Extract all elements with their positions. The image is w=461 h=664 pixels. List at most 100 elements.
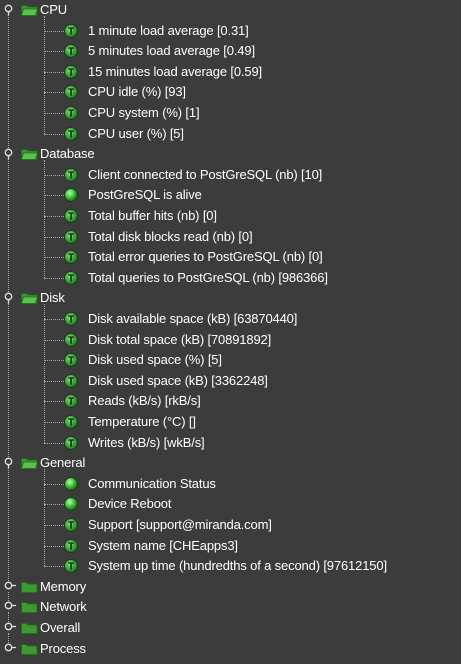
tree-connector-line: [44, 257, 64, 259]
threshold-t-icon: T: [64, 23, 78, 38]
tree-connector-line: [8, 591, 9, 602]
tree-connector-line: [44, 360, 64, 362]
tree-item-label: Reads (kB/s) [rkB/s]: [88, 393, 201, 409]
svg-text:T: T: [68, 438, 74, 449]
svg-text:T: T: [68, 315, 74, 326]
tree-item-label: Disk available space (kB) [63870440]: [88, 311, 298, 326]
status-green-light-icon: [64, 476, 78, 491]
collapsed-toggle-icon[interactable]: [4, 622, 16, 634]
svg-text:T: T: [68, 562, 74, 573]
status-green-light-icon: [64, 188, 78, 203]
tree-connector-line: [44, 545, 64, 547]
tree-item-label: Total disk blocks read (nb) [0]: [88, 228, 253, 244]
tree-connector-line: [44, 401, 64, 403]
tree-connector-line: [44, 216, 64, 217]
threshold-t-icon: T: [64, 229, 78, 244]
device-tree-panel: CPU T 1 minute load average [0.31] T 5 minut…: [0, 0, 461, 664]
tree-connector-line: [44, 236, 64, 238]
tree-connector-line: [44, 51, 64, 53]
collapsed-toggle-icon[interactable]: [4, 581, 16, 593]
threshold-t-icon: T: [64, 518, 78, 532]
threshold-t-icon: T: [64, 64, 78, 79]
closed-folder-icon: [21, 623, 38, 634]
collapsed-toggle-icon[interactable]: [4, 601, 16, 613]
threshold-t-icon: T: [64, 415, 78, 429]
tree-item-label: 5 minutes load average [0.49]: [88, 43, 255, 59]
threshold-t-icon: T: [64, 106, 78, 120]
tree-connector-line: [44, 71, 64, 73]
open-folder-icon: [21, 149, 38, 161]
svg-text:T: T: [68, 109, 74, 120]
tree-connector-line: [44, 504, 64, 506]
tree-connector-line: [44, 277, 64, 279]
svg-text:T: T: [68, 67, 74, 78]
closed-folder-icon: [21, 643, 38, 655]
threshold-t-icon: T: [64, 44, 78, 59]
svg-text:T: T: [68, 253, 74, 264]
collapsed-toggle-icon[interactable]: [4, 643, 16, 655]
tree-item-label: Device Reboot: [88, 496, 172, 512]
tree-item-label: Total error queries to PostGreSQL (nb) […: [88, 249, 323, 265]
tree-item-label: System name [CHEapps3]: [88, 537, 238, 553]
threshold-t-icon: T: [64, 394, 78, 409]
tree-item-label: Total buffer hits (nb) [0]: [88, 208, 217, 223]
tree-item-label: 1 minute load average [0.31]: [88, 22, 249, 38]
threshold-t-icon: T: [64, 373, 78, 388]
tree-connector-line: [44, 113, 64, 114]
threshold-t-icon: T: [64, 126, 78, 141]
tree-item-label: PostGreSQL is alive: [88, 187, 202, 203]
expanded-toggle-icon[interactable]: [4, 4, 16, 16]
tree-connector-line: [8, 468, 9, 581]
tree-item-label: Client connected to PostGreSQL (nb) [10]: [88, 166, 323, 182]
tree-item-label: Total queries to PostGreSQL (nb) [986366…: [88, 269, 328, 285]
svg-text:T: T: [68, 541, 74, 552]
tree-item-label: Disk total space (kB) [70891892]: [88, 331, 272, 347]
svg-text:T: T: [68, 273, 74, 284]
tree-connector-line: [8, 15, 9, 149]
tree-group-label: Network: [40, 599, 87, 615]
svg-text:T: T: [68, 26, 74, 37]
open-folder-icon: [21, 5, 38, 16]
tree-connector-line: [44, 160, 45, 278]
tree-connector-line: [44, 525, 64, 526]
tree-connector-line: [44, 174, 64, 176]
tree-item-label: Temperature (°C) []: [88, 414, 196, 429]
tree-item-label: Writes (kB/s) [wkB/s]: [88, 434, 205, 450]
tree-connector-line: [44, 133, 64, 135]
tree-connector-line: [44, 566, 64, 568]
svg-text:T: T: [68, 232, 74, 243]
tree-connector-line: [44, 304, 45, 443]
threshold-t-icon: T: [64, 559, 78, 574]
status-green-light-icon: [64, 497, 78, 512]
open-folder-icon: [21, 293, 38, 305]
tree-item-label: CPU idle (%) [93]: [88, 84, 186, 100]
tree-item-label: Support [support@miranda.com]: [88, 517, 272, 532]
tree-connector-line: [44, 30, 64, 32]
expanded-toggle-icon[interactable]: [4, 148, 16, 161]
tree-connector-line: [8, 303, 9, 458]
tree-group-label: General: [40, 455, 86, 471]
threshold-t-icon: T: [64, 167, 78, 182]
svg-text:T: T: [68, 170, 74, 181]
tree-connector-line: [44, 483, 64, 485]
threshold-t-icon: T: [64, 538, 78, 553]
tree-connector-line: [8, 633, 9, 643]
svg-text:T: T: [68, 335, 74, 346]
expanded-toggle-icon[interactable]: [4, 457, 16, 470]
expanded-toggle-icon[interactable]: [4, 292, 16, 305]
tree-item-label: System up time (hundredths of a second) …: [88, 558, 387, 574]
tree-group-label: Process: [40, 640, 86, 656]
tree-item-label: Disk used space (%) [5]: [88, 352, 222, 368]
tree-item-label: Communication Status: [88, 475, 216, 491]
threshold-t-icon: T: [64, 250, 78, 265]
svg-text:T: T: [68, 129, 74, 140]
svg-text:T: T: [68, 397, 74, 408]
tree-item-label: CPU system (%) [1]: [88, 105, 200, 120]
threshold-t-icon: T: [64, 435, 78, 450]
tree-connector-line: [44, 319, 64, 320]
svg-text:T: T: [68, 212, 74, 223]
svg-text:T: T: [68, 88, 74, 99]
svg-text:T: T: [68, 376, 74, 387]
tree-connector-line: [8, 612, 9, 622]
threshold-t-icon: T: [64, 85, 78, 100]
